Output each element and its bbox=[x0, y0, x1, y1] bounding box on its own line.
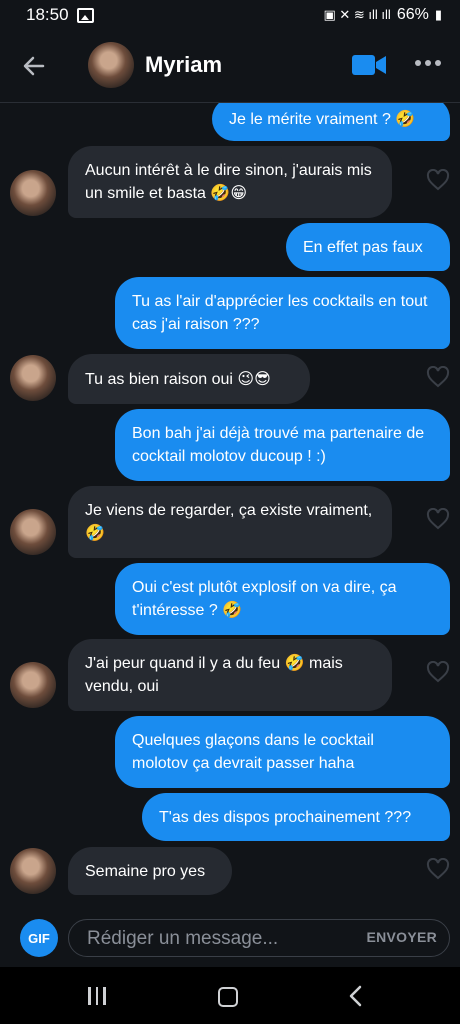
message-sent[interactable]: Je le mérite vraiment ? 🤣 bbox=[212, 103, 450, 141]
status-bar: 18:50 ▣ ✕ ≋ ıll ıll 66% ▮ bbox=[0, 0, 460, 30]
message-input-container[interactable]: ENVOYER bbox=[68, 919, 450, 957]
heart-icon[interactable] bbox=[426, 508, 450, 530]
home-icon[interactable] bbox=[218, 987, 238, 1007]
message-composer: GIF ENVOYER bbox=[0, 905, 460, 967]
send-button[interactable]: ENVOYER bbox=[366, 929, 437, 945]
battery-icon: ▮ bbox=[434, 7, 442, 22]
heart-icon[interactable] bbox=[426, 858, 450, 880]
gallery-notification-icon bbox=[76, 7, 94, 23]
message-sent[interactable]: En effet pas faux bbox=[286, 223, 450, 271]
contact-avatar-small[interactable] bbox=[10, 848, 56, 894]
message-received[interactable]: J'ai peur quand il y a du feu 🤣 mais ven… bbox=[68, 639, 392, 711]
message-received[interactable]: Semaine pro yes bbox=[68, 847, 232, 895]
message-sent[interactable]: T'as des dispos prochainement ??? bbox=[142, 793, 450, 841]
contact-avatar-small[interactable] bbox=[10, 170, 56, 216]
contact-avatar[interactable] bbox=[88, 42, 134, 88]
status-icons: ▣ ✕ ≋ ıll ıll bbox=[323, 7, 391, 22]
message-input[interactable] bbox=[85, 924, 349, 954]
message-received[interactable]: Tu as bien raison oui 😉😎 bbox=[68, 354, 310, 404]
heart-icon[interactable] bbox=[426, 366, 450, 388]
contact-avatar-small[interactable] bbox=[10, 662, 56, 708]
more-dots-icon[interactable] bbox=[415, 60, 441, 66]
chat-header: Myriam bbox=[0, 30, 460, 103]
gif-button[interactable]: GIF bbox=[20, 919, 58, 957]
contact-avatar-small[interactable] bbox=[10, 355, 56, 401]
battery-level: 66% bbox=[396, 6, 429, 23]
message-sent[interactable]: Bon bah j'ai déjà trouvé ma partenaire d… bbox=[115, 409, 450, 481]
heart-icon[interactable] bbox=[426, 661, 450, 683]
system-navigation-bar bbox=[0, 967, 460, 1024]
arrow-left-icon[interactable] bbox=[20, 52, 48, 80]
status-time: 18:50 bbox=[26, 5, 69, 24]
message-received[interactable]: Aucun intérêt à le dire sinon, j'aurais … bbox=[68, 146, 392, 218]
heart-icon[interactable] bbox=[426, 169, 450, 191]
message-sent[interactable]: Oui c'est plutôt explosif on va dire, ça… bbox=[115, 563, 450, 635]
contact-avatar-small[interactable] bbox=[10, 509, 56, 555]
video-camera-icon[interactable] bbox=[352, 53, 386, 77]
recents-icon[interactable] bbox=[88, 987, 106, 1005]
back-icon[interactable] bbox=[348, 985, 362, 1007]
message-received[interactable]: Je viens de regarder, ça existe vraiment… bbox=[68, 486, 392, 558]
message-sent[interactable]: Quelques glaçons dans le cocktail moloto… bbox=[115, 716, 450, 788]
contact-name[interactable]: Myriam bbox=[145, 52, 222, 78]
message-list[interactable]: Je le mérite vraiment ? 🤣 Aucun intérêt … bbox=[0, 103, 460, 903]
message-sent[interactable]: Tu as l'air d'apprécier les cocktails en… bbox=[115, 277, 450, 349]
